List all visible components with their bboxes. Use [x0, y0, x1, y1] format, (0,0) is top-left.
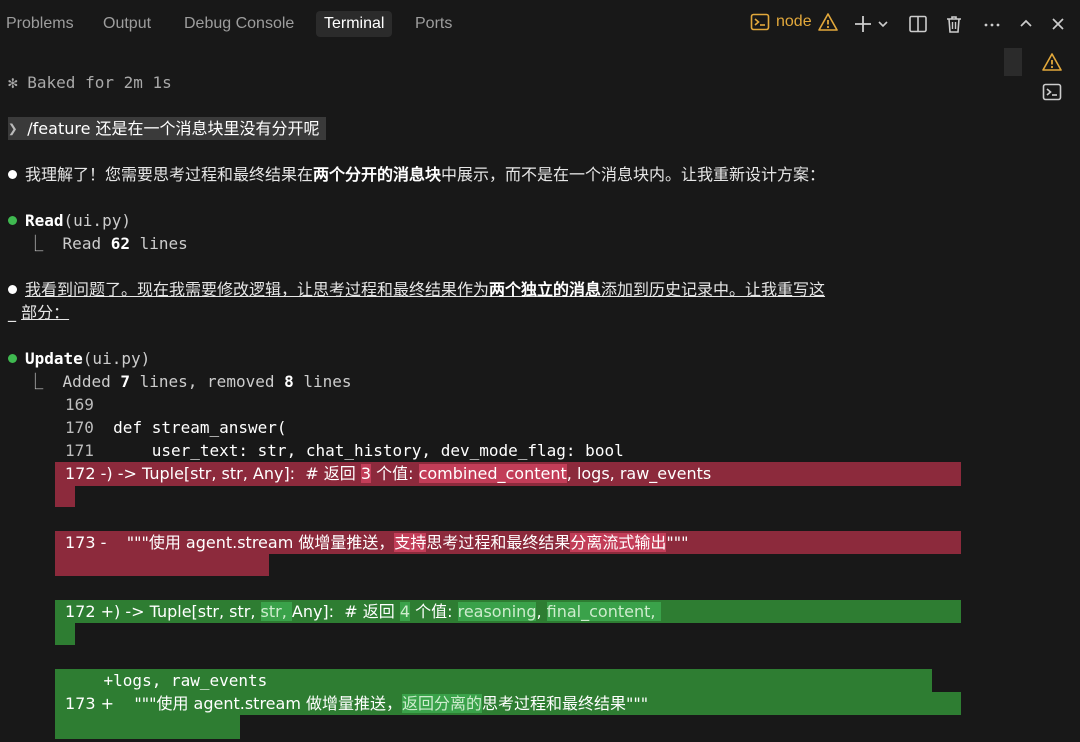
warning-icon	[817, 13, 838, 31]
diff-added-line: 172 +) -> Tuple[str, str, str, Any]: # 返…	[65, 602, 661, 621]
assistant-message-2: 我看到问题了。现在我需要修改逻辑，让思考过程和最终结果作为两个独立的消息添加到历…	[8, 279, 825, 301]
terminal-name: node	[776, 13, 812, 30]
terminal-icon	[750, 13, 770, 31]
tool-call-update: Update(ui.py)	[8, 348, 150, 370]
baked-status: ✻ Baked for 2m 1s	[8, 73, 172, 92]
add-terminal-button[interactable]	[852, 11, 874, 37]
terminal-selector[interactable]: node	[750, 12, 838, 32]
user-prompt-line: ❯ /feature 还是在一个消息块里没有分开呢	[8, 117, 326, 140]
terminal-output[interactable]: ✻ Baked for 2m 1s ❯ /feature 还是在一个消息块里没有…	[0, 48, 1000, 742]
warning-icon	[1042, 53, 1062, 71]
user-prompt: /feature 还是在一个消息块里没有分开呢	[27, 119, 320, 138]
tool-result-read: ⎿ Read 62 lines	[8, 234, 188, 253]
kill-terminal-button[interactable]	[942, 11, 966, 37]
tab-ports[interactable]: Ports	[407, 11, 460, 37]
diff-context-line: 170 def stream_answer(	[65, 418, 287, 437]
diff-added-bg	[55, 623, 75, 645]
diff-context-line: 171 user_text: str, chat_history, dev_mo…	[65, 441, 624, 460]
diff-added-line: 173 + """使用 agent.stream 做增量推送，返回分离的思考过程…	[65, 694, 649, 713]
assistant-message-2-cont: _ 部分：	[8, 303, 70, 322]
tab-debug-console[interactable]: Debug Console	[176, 11, 302, 37]
maximize-panel-button[interactable]	[1016, 11, 1036, 37]
split-icon	[909, 15, 927, 33]
add-icon	[855, 16, 871, 32]
tool-call-read: Read(ui.py)	[8, 210, 131, 232]
terminal-dropdown-button[interactable]	[876, 11, 890, 37]
maximize-icon	[1020, 19, 1032, 27]
panel-header: Problems Output Debug Console Terminal P…	[0, 0, 1080, 48]
tab-terminal[interactable]: Terminal	[316, 11, 393, 37]
assistant-message-1: 我理解了！您需要思考过程和最终结果在两个分开的消息块中展示，而不是在一个消息块内…	[8, 164, 825, 186]
diff-deleted-bg	[55, 554, 269, 576]
diff-context-line: 169	[65, 395, 94, 414]
diff-added-bg	[55, 715, 240, 739]
diff-deleted-bg	[55, 486, 75, 507]
terminal-side-strip	[1000, 48, 1080, 742]
close-icon	[1052, 18, 1064, 30]
diff-deleted-line: 172 -) -> Tuple[str, str, Any]: # 返回 3 个…	[65, 464, 712, 483]
diff-deleted-line: 173 - """使用 agent.stream 做增量推送，支持思考过程和最终…	[65, 533, 689, 552]
tab-output[interactable]: Output	[95, 11, 159, 37]
terminal-icon	[1042, 83, 1062, 101]
terminal-list-item-warning[interactable]	[1040, 50, 1064, 74]
more-icon	[984, 23, 1000, 27]
tool-result-update: ⎿ Added 7 lines, removed 8 lines	[8, 372, 352, 391]
trash-icon	[947, 16, 961, 33]
terminal-list-item[interactable]	[1040, 80, 1064, 104]
close-panel-button[interactable]	[1048, 11, 1068, 37]
split-terminal-button[interactable]	[906, 11, 930, 37]
tab-problems[interactable]: Problems	[0, 11, 82, 37]
more-actions-button[interactable]	[980, 11, 1004, 37]
chevron-down-icon	[878, 21, 888, 28]
diff-added-line: +logs, raw_events	[65, 671, 268, 690]
scrollbar[interactable]	[1004, 48, 1022, 76]
